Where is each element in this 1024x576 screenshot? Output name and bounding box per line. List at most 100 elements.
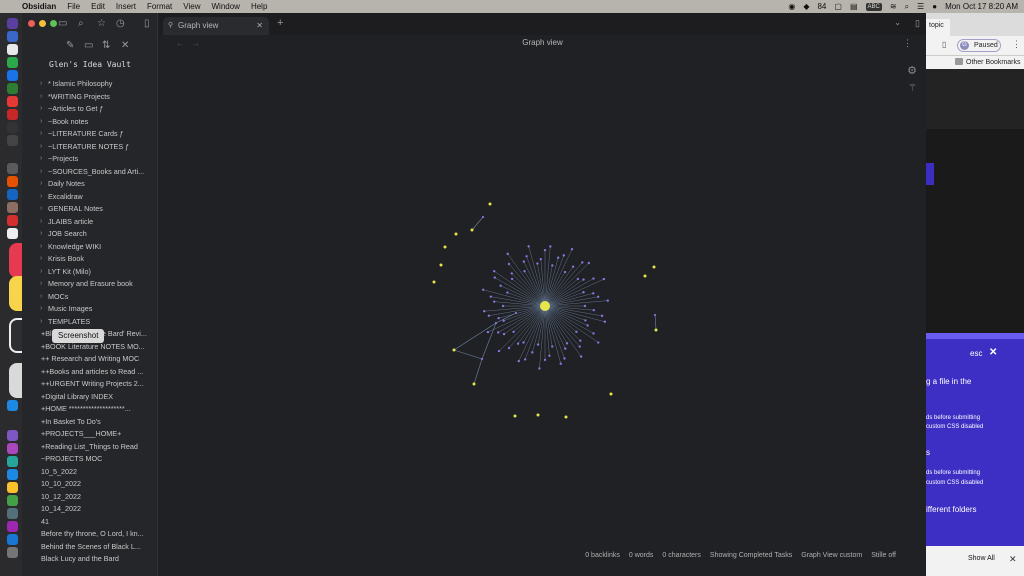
dock-app-icon[interactable]	[7, 202, 18, 213]
graph-node[interactable]	[506, 252, 509, 256]
folder-item[interactable]: › ~LITERATURE Cards ƒ	[22, 128, 158, 141]
close-icon[interactable]: ✕	[1009, 554, 1017, 565]
browser-tab[interactable]: topic	[926, 19, 950, 36]
recent-clock-icon[interactable]: ◷	[116, 18, 125, 29]
animate-wand-icon[interactable]: ⚚	[908, 83, 917, 94]
dock-app-icon[interactable]	[7, 57, 18, 68]
graph-node[interactable]	[592, 277, 595, 280]
dock-app-icon[interactable]	[7, 176, 18, 187]
graph-node[interactable]	[489, 295, 493, 298]
status-backlinks[interactable]: 0 backlinks	[585, 549, 620, 563]
graph-node[interactable]	[562, 254, 566, 257]
folder-item[interactable]: › Excalidraw	[22, 191, 158, 204]
graph-node[interactable]	[493, 269, 496, 273]
menu-edit[interactable]: Edit	[91, 0, 105, 13]
sidebar-toggle-icon[interactable]: ▯	[144, 18, 150, 29]
graph-node[interactable]	[597, 341, 600, 344]
folder-item[interactable]: › GENERAL Notes	[22, 203, 158, 216]
window-icon[interactable]: ▢	[834, 0, 842, 13]
dropbox-icon[interactable]: ◆	[803, 0, 809, 13]
status-tasks[interactable]: Showing Completed Tasks	[710, 549, 792, 563]
graph-node[interactable]	[497, 331, 500, 334]
dock-app-icon[interactable]	[7, 96, 18, 107]
graph-node[interactable]	[486, 330, 490, 334]
search-icon[interactable]: ⌕	[905, 0, 909, 13]
menu-help[interactable]: Help	[251, 0, 267, 13]
more-options-icon[interactable]: ⋮	[1012, 39, 1021, 50]
badge-count[interactable]: 84	[817, 0, 826, 13]
graph-node[interactable]	[600, 314, 604, 318]
graph-node[interactable]	[576, 277, 580, 281]
control-center-icon[interactable]: ☰	[917, 0, 924, 13]
folder-icon[interactable]: ▭	[58, 18, 67, 29]
graph-node[interactable]	[579, 355, 583, 358]
sort-icon[interactable]: ⇅	[102, 40, 110, 51]
folder-item[interactable]: › ~Projects	[22, 153, 158, 166]
graph-node[interactable]	[565, 342, 569, 345]
graph-node[interactable]	[507, 262, 511, 266]
chevron-right-icon[interactable]: ›	[40, 241, 42, 254]
folder-item[interactable]: › JLAIBS article	[22, 216, 158, 229]
dock-app-icon[interactable]	[7, 430, 18, 441]
menu-file[interactable]: File	[67, 0, 80, 13]
graph-node[interactable]	[514, 311, 518, 315]
folder-item[interactable]: › ~SOURCES_Books and Arti...	[22, 166, 158, 179]
graph-node[interactable]	[592, 332, 595, 335]
graph-orphan-node[interactable]	[439, 263, 443, 267]
graph-node[interactable]	[523, 358, 527, 361]
dock-app-icon[interactable]	[7, 456, 18, 467]
chevron-right-icon[interactable]: ›	[40, 141, 42, 154]
file-item[interactable]: +Digital Library INDEX	[22, 391, 158, 404]
file-item[interactable]: ++URGENT Writing Projects 2...	[22, 378, 158, 391]
graph-node[interactable]	[472, 382, 476, 386]
file-item[interactable]: ++ Research and Writing MOC	[22, 353, 158, 366]
graph-settings-gear-icon[interactable]: ⚙	[907, 64, 917, 77]
graph-node[interactable]	[517, 359, 520, 363]
file-item[interactable]: 10_10_2022	[22, 478, 158, 491]
graph-node[interactable]	[579, 339, 582, 342]
graph-node[interactable]	[510, 277, 514, 281]
menu-window[interactable]: Window	[211, 0, 239, 13]
graph-node[interactable]	[654, 328, 658, 332]
other-bookmarks[interactable]: Other Bookmarks	[966, 59, 1020, 66]
chevron-right-icon[interactable]: ›	[40, 303, 42, 316]
graph-node[interactable]	[452, 348, 456, 352]
folder-item[interactable]: › Knowledge WIKI	[22, 241, 158, 254]
graph-node[interactable]	[571, 265, 575, 268]
graph-orphan-node[interactable]	[488, 202, 492, 206]
graph-orphan-node[interactable]	[564, 415, 568, 419]
graph-orphan-node[interactable]	[513, 414, 517, 418]
graph-node[interactable]	[564, 347, 567, 350]
chevron-right-icon[interactable]: ›	[40, 178, 42, 191]
chevron-right-icon[interactable]: ›	[40, 91, 42, 104]
profile-paused-button[interactable]: G Paused	[957, 39, 1001, 52]
graph-node[interactable]	[570, 247, 574, 251]
graph-node[interactable]	[586, 324, 589, 327]
graph-edge[interactable]	[473, 358, 483, 385]
graph-node[interactable]	[531, 351, 534, 354]
graph-node[interactable]	[512, 330, 515, 334]
folder-item[interactable]: › Music Images	[22, 303, 158, 316]
folder-item[interactable]: › *WRITING Projects	[22, 91, 158, 104]
graph-edge[interactable]	[654, 314, 657, 330]
graph-node[interactable]	[583, 304, 587, 308]
graph-node[interactable]	[575, 330, 578, 334]
graph-edge[interactable]	[481, 322, 497, 360]
graph-node[interactable]	[548, 354, 551, 357]
graph-edge[interactable]	[544, 278, 605, 307]
file-item[interactable]: ~PROJECTS MOC	[22, 453, 158, 466]
chevron-right-icon[interactable]: ›	[40, 266, 42, 279]
dock-app-icon[interactable]	[7, 547, 18, 558]
graph-orphan-node[interactable]	[454, 232, 458, 236]
dock-app-icon[interactable]	[7, 508, 18, 519]
graph-canvas[interactable]	[159, 13, 926, 562]
graph-node[interactable]	[584, 319, 587, 322]
dock-app-icon[interactable]	[7, 83, 18, 94]
dock-app-icon[interactable]	[7, 534, 18, 545]
graph-node[interactable]	[603, 320, 607, 323]
graph-node[interactable]	[522, 341, 525, 344]
graph-node[interactable]	[523, 270, 526, 273]
bookmark-star-icon[interactable]: ☆	[97, 18, 106, 29]
graph-node[interactable]	[487, 314, 491, 317]
chevron-right-icon[interactable]: ›	[40, 278, 42, 291]
